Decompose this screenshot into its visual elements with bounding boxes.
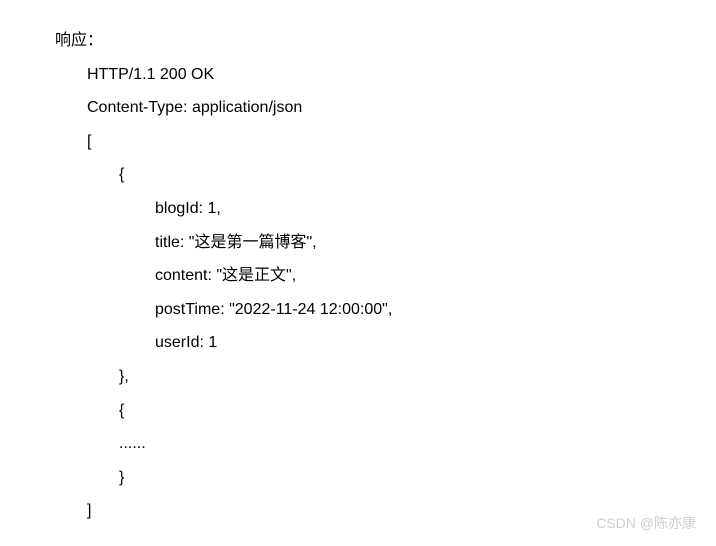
json-object-close-2: }: [55, 461, 716, 495]
json-object-open-2: {: [55, 394, 716, 428]
json-object-close: },: [55, 360, 716, 394]
http-status-line: HTTP/1.1 200 OK: [55, 58, 716, 92]
json-array-open: [: [55, 125, 716, 159]
content-type-line: Content-Type: application/json: [55, 91, 716, 125]
response-label: 响应：: [55, 24, 716, 58]
json-field-title: title: "这是第一篇博客",: [55, 226, 716, 260]
json-field-posttime: postTime: "2022-11-24 12:00:00",: [55, 293, 716, 327]
watermark-text: CSDN @陈亦康: [596, 509, 696, 538]
json-field-blogid: blogId: 1,: [55, 192, 716, 226]
json-field-content: content: "这是正文",: [55, 259, 716, 293]
json-ellipsis: ......: [55, 427, 716, 461]
json-object-open: {: [55, 158, 716, 192]
json-field-userid: userId: 1: [55, 326, 716, 360]
